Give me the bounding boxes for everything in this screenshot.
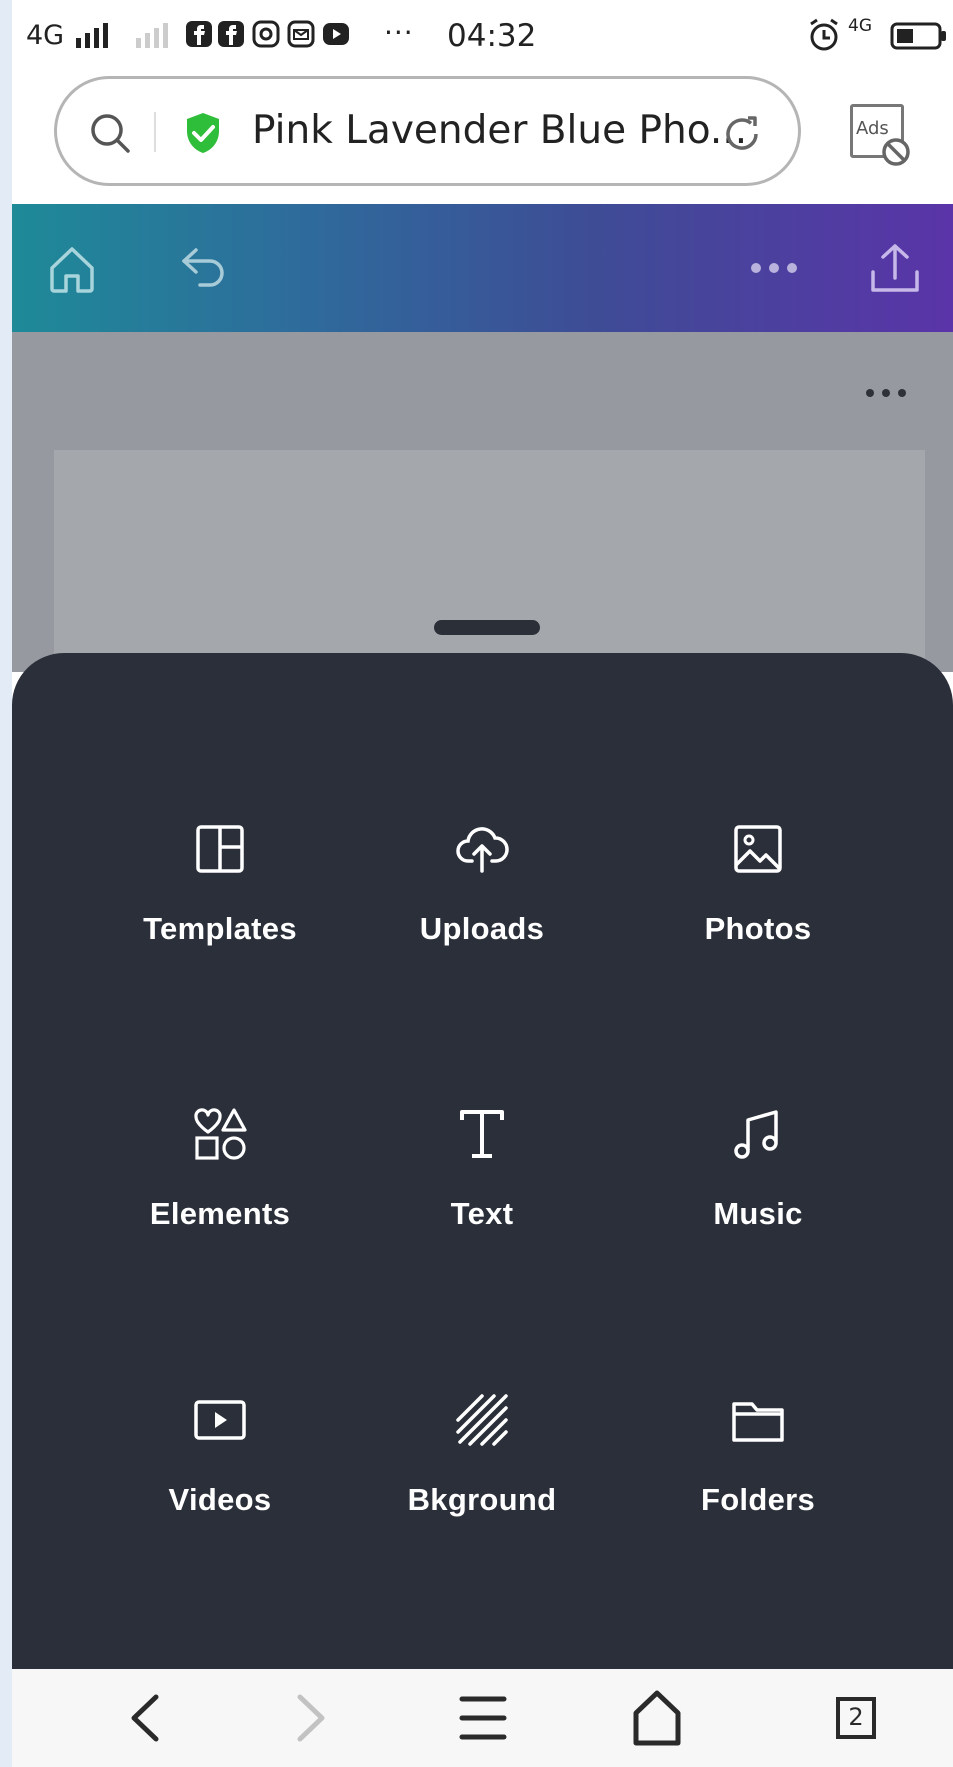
panel-item-videos[interactable]: Videos (70, 1392, 370, 1592)
panel-item-folders[interactable]: Folders (608, 1392, 908, 1592)
home-nav-icon[interactable] (602, 1669, 712, 1767)
forward-arrow-icon[interactable] (256, 1669, 366, 1767)
panel-item-label: Bkground (407, 1482, 557, 1517)
secure-shield-icon (187, 113, 219, 153)
facebook-notification-icon (186, 21, 212, 47)
clock-time: 04:32 (447, 18, 537, 54)
panel-item-background[interactable]: Bkground (332, 1392, 632, 1592)
signal-strength-icon (76, 23, 108, 48)
panel-item-label: Folders (700, 1482, 816, 1517)
panel-item-label: Templates (143, 911, 297, 946)
battery-icon (890, 22, 946, 50)
instagram-notification-icon (252, 20, 280, 48)
phone-screen: 4G ··· 04:32 4G Pink Lavender Blue Pho..… (12, 0, 953, 1767)
back-arrow-icon[interactable] (88, 1669, 198, 1767)
panel-item-text[interactable]: Text (332, 1106, 632, 1306)
tabs-count: 2 (848, 1703, 864, 1731)
photo-icon (734, 825, 782, 873)
search-icon[interactable] (88, 111, 132, 155)
object-panel: Templates Uploads Photos Elements Text M… (12, 653, 953, 1669)
alarm-clock-icon (810, 18, 838, 51)
folder-icon (732, 1402, 784, 1442)
panel-item-elements[interactable]: Elements (70, 1106, 370, 1306)
tabs-button[interactable]: 2 (804, 1669, 914, 1767)
page-options-icon[interactable] (864, 384, 908, 402)
editor-header (12, 204, 953, 332)
more-notifications-label: ··· (384, 16, 414, 49)
menu-icon[interactable] (428, 1669, 538, 1767)
signal-strength-weak-icon (136, 23, 168, 48)
youtube-notification-icon (323, 23, 349, 45)
network-type-secondary-label: 4G (848, 16, 872, 36)
panel-drag-handle[interactable] (434, 620, 540, 635)
home-icon[interactable] (46, 244, 98, 296)
panel-item-label: Uploads (419, 911, 545, 946)
status-bar: 4G ··· 04:32 4G (12, 0, 953, 72)
panel-item-label: Text (450, 1196, 514, 1231)
background-stripes-icon (456, 1394, 508, 1446)
panel-item-label: Music (713, 1196, 803, 1231)
address-bar-divider (154, 112, 156, 152)
mail-notification-icon (287, 20, 315, 48)
templates-icon (196, 825, 244, 873)
panel-item-music[interactable]: Music (608, 1106, 908, 1306)
panel-item-photos[interactable]: Photos (608, 821, 908, 1021)
network-type-label: 4G (26, 20, 65, 51)
video-play-icon (194, 1400, 246, 1440)
reload-icon[interactable] (718, 110, 766, 158)
ad-block-button[interactable]: Ads (844, 100, 914, 170)
undo-icon[interactable] (176, 244, 232, 292)
panel-item-label: Elements (149, 1196, 291, 1231)
music-note-icon (734, 1110, 778, 1159)
panel-item-label: Photos (704, 911, 812, 946)
shapes-icon (194, 1108, 247, 1160)
panel-item-label: Videos (168, 1482, 272, 1517)
facebook-notification-icon (218, 21, 244, 47)
panel-item-uploads[interactable]: Uploads (332, 821, 632, 1021)
more-options-icon[interactable] (748, 256, 800, 280)
share-upload-icon[interactable] (868, 242, 922, 296)
block-icon (882, 138, 910, 166)
page-title[interactable]: Pink Lavender Blue Pho... (252, 108, 747, 153)
upload-cloud-icon (456, 827, 509, 873)
text-icon (460, 1110, 504, 1158)
browser-bottom-nav: 2 (12, 1669, 953, 1767)
panel-item-templates[interactable]: Templates (70, 821, 370, 1021)
